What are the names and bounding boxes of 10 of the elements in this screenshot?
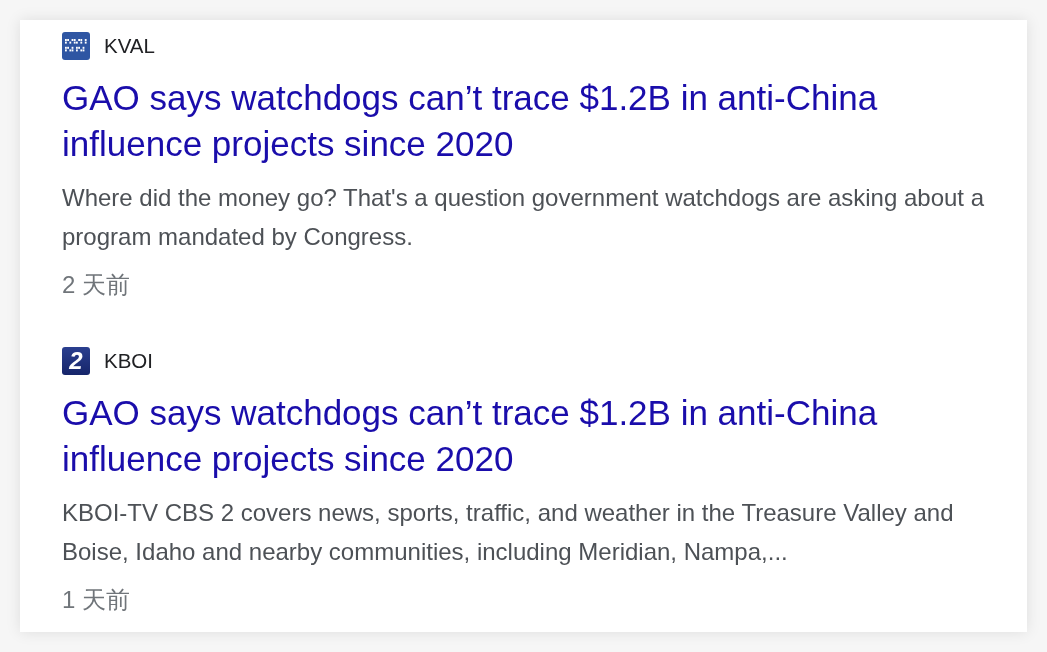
article-title-link[interactable]: GAO says watchdogs can’t trace $1.2B in anti-China influence projects since 2020 — [62, 75, 942, 167]
timestamp: 2 天前 — [62, 270, 131, 300]
article-snippet: KBOI-TV CBS 2 covers news, sports, traffic, and weather in the Treasure Valley and Boise, Idaho and nearby communities, including Meridian, Nampa,... — [62, 498, 955, 567]
source-name: KVAL — [104, 33, 155, 59]
article-title-link[interactable]: GAO says watchdogs can’t trace $1.2B in anti-China influence projects since 2020 — [62, 390, 942, 482]
timestamp: 1 天前 — [62, 585, 131, 615]
channel-logo: 2 — [62, 347, 90, 375]
article-snippet: Where did the money go? That's a question government watchdogs are asking about a program mandated by Congress. — [62, 183, 986, 252]
logo-icon — [62, 32, 90, 60]
source-name: KBOI — [104, 348, 153, 374]
